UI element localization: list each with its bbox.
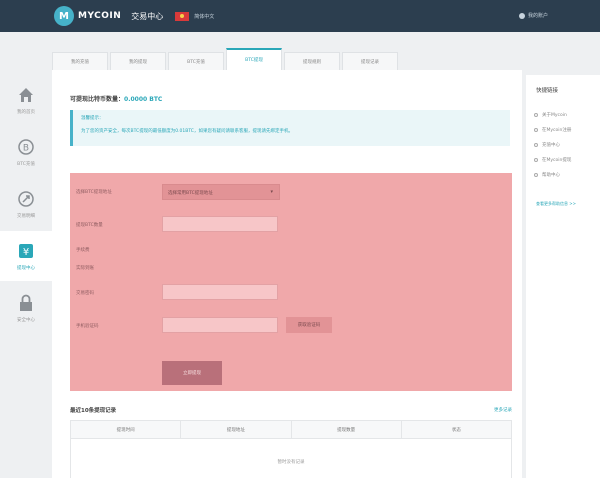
sms-code-label: 手机验证码 <box>76 324 99 329</box>
column-header: 状态 <box>451 427 461 433</box>
sidebar-item-label: 安全中心 <box>17 317 35 323</box>
notice-box: 温馨提示： 为了您的资产安全，每次BTC提现的最低额度为0.01BTC，如果您有… <box>70 110 510 146</box>
user-icon <box>518 12 525 19</box>
home-icon <box>17 86 35 104</box>
address-select-value: 选择常用BTC提现地址 <box>168 191 213 196</box>
quick-links-list: 关于Mycoin 在Mycoin注册 充值中心 在Mycoin提现 帮助中心 <box>534 107 571 182</box>
circle-bullet-icon <box>534 127 538 132</box>
sidebar-item-btc-deposit[interactable]: B BTC充值 <box>0 127 52 177</box>
logo-mark-icon: M <box>54 6 74 26</box>
yen-icon: ¥ <box>17 242 35 260</box>
tab-my-deposits[interactable]: 我的充值 <box>52 52 108 70</box>
trade-password-input[interactable] <box>162 284 278 300</box>
quick-links-panel: 快捷链接 关于Mycoin 在Mycoin注册 充值中心 在Mycoin提现 帮… <box>526 75 600 478</box>
user-menu-label: 我的账户 <box>527 13 548 19</box>
more-help-link[interactable]: 查看更多帮助信息 >> <box>536 201 576 207</box>
actual-amount-label: 实际到账 <box>76 266 94 271</box>
notice-body: 为了您的资产安全，每次BTC提现的最低额度为0.01BTC，如果您有疑问请联系客… <box>81 129 293 134</box>
logo-name: MYCOIN <box>78 11 122 21</box>
address-select[interactable]: 选择常用BTC提现地址 ▾ <box>162 184 280 200</box>
sidebar-item-label: 交易明细 <box>17 213 35 219</box>
quick-link-item[interactable]: 在Mycoin提现 <box>534 152 571 167</box>
language-selector[interactable]: 简体中文 <box>194 13 214 20</box>
withdraw-form: 选择BTC提现地址 选择常用BTC提现地址 ▾ 提现BTC数量 手续费 实际到账… <box>70 173 512 391</box>
circle-bullet-icon <box>534 157 538 162</box>
withdrawable-balance: 可提现比特币数量：0.0000 BTC <box>70 94 162 103</box>
sidebar-item-security[interactable]: 安全中心 <box>0 283 52 333</box>
get-sms-code-button[interactable]: 获取验证码 <box>286 317 332 333</box>
notice-title: 温馨提示： <box>81 116 104 121</box>
amount-input[interactable] <box>162 216 278 232</box>
quick-link-label: 在Mycoin提现 <box>542 157 572 163</box>
logo[interactable]: M MYCOIN <box>54 6 121 26</box>
sidebar-item-label: 提现中心 <box>17 265 35 271</box>
tab-strip: 我的充值 我的提现 BTC充值 BTC提现 提现规则 提现记录 <box>52 48 522 70</box>
fee-label: 手续费 <box>76 248 90 253</box>
sidebar-item-withdraw[interactable]: ¥ 提现中心 <box>0 231 52 281</box>
circle-bullet-icon <box>534 172 538 177</box>
column-header: 提现数量 <box>292 421 402 438</box>
quick-link-item[interactable]: 帮助中心 <box>534 167 571 182</box>
column-header: 提现地址 <box>181 421 292 438</box>
amount-label: 提现BTC数量 <box>76 223 103 228</box>
records-table: 提现时间 提现地址 提现数量 状态 暂时没有记录 <box>70 420 512 478</box>
main-panel: 可提现比特币数量：0.0000 BTC 温馨提示： 为了您的资产安全，每次BTC… <box>52 70 522 478</box>
tab-withdraw-rules[interactable]: 提现规则 <box>284 52 340 70</box>
user-menu[interactable]: 我的账户 <box>518 12 548 19</box>
quick-link-item[interactable]: 充值中心 <box>534 137 571 152</box>
lock-icon <box>17 294 35 312</box>
logo-text: MYCOIN <box>78 11 121 21</box>
quick-link-label: 在Mycoin注册 <box>542 127 572 133</box>
sidebar-item-label: BTC充值 <box>17 161 35 167</box>
trade-center-link[interactable]: 交易中心 <box>131 11 163 22</box>
sidebar-item-transactions[interactable]: 交易明细 <box>0 179 52 229</box>
quick-link-item[interactable]: 关于Mycoin <box>534 107 571 122</box>
circle-bullet-icon <box>534 142 538 147</box>
more-records-link[interactable]: 更多记录 <box>494 407 512 413</box>
trade-password-label: 交易密码 <box>76 291 94 296</box>
balance-label: 可提现比特币数量： <box>70 96 125 103</box>
sidebar-item-label: 我的首页 <box>17 109 35 115</box>
chevron-down-icon: ▾ <box>270 189 273 195</box>
svg-text:¥: ¥ <box>23 247 29 258</box>
quick-link-item[interactable]: 在Mycoin注册 <box>534 122 571 137</box>
address-label: 选择BTC提现地址 <box>76 190 112 195</box>
tab-withdraw-records[interactable]: 提现记录 <box>342 52 398 70</box>
quick-link-label: 帮助中心 <box>542 172 560 178</box>
submit-withdraw-button[interactable]: 立即提现 <box>162 361 222 385</box>
bitcoin-icon: B <box>17 138 35 156</box>
records-table-header: 提现时间 提现地址 提现数量 状态 <box>71 421 511 439</box>
empty-records-message: 暂时没有记录 <box>277 460 305 465</box>
sidebar: 我的首页 B BTC充值 交易明细 ¥ 提现中心 安全中心 <box>0 75 52 478</box>
records-title: 最近10条提现记录 <box>70 408 117 414</box>
quick-link-label: 关于Mycoin <box>542 112 567 118</box>
quick-link-label: 充值中心 <box>542 142 560 148</box>
balance-value: 0.0000 BTC <box>124 96 163 103</box>
top-bar: M MYCOIN 交易中心 简体中文 我的账户 <box>0 0 600 32</box>
language-flag-icon[interactable] <box>175 11 190 21</box>
exchange-icon <box>17 190 35 208</box>
quick-links-title: 快捷链接 <box>536 88 559 94</box>
tab-my-withdrawals[interactable]: 我的提现 <box>110 52 166 70</box>
column-header: 提现时间 <box>71 421 182 438</box>
sidebar-item-home[interactable]: 我的首页 <box>0 75 52 125</box>
tab-btc-deposit[interactable]: BTC充值 <box>168 52 224 70</box>
tab-btc-withdraw[interactable]: BTC提现 <box>226 48 282 70</box>
circle-bullet-icon <box>534 112 538 117</box>
svg-text:B: B <box>23 143 29 153</box>
sms-code-input[interactable] <box>162 317 278 333</box>
